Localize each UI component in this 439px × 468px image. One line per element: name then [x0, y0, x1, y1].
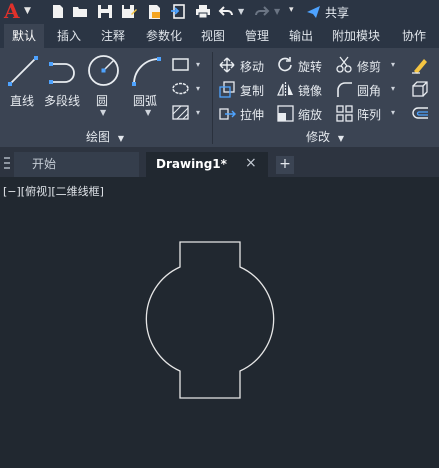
- explode-icon[interactable]: [411, 81, 429, 99]
- fillet-dropdown-icon[interactable]: ▾: [391, 84, 395, 93]
- redo-icon[interactable]: [254, 3, 270, 20]
- scale-label[interactable]: 缩放: [298, 106, 322, 123]
- plot-preview-icon[interactable]: [147, 3, 163, 20]
- array-label[interactable]: 阵列: [357, 106, 381, 123]
- ellipse-dropdown-icon[interactable]: ▾: [196, 84, 200, 93]
- app-logo-icon[interactable]: A: [4, 1, 22, 21]
- polyline-label[interactable]: 多段线: [44, 92, 80, 109]
- fillet-icon[interactable]: [336, 81, 353, 98]
- import-icon[interactable]: [170, 3, 186, 20]
- customize-icon[interactable]: ▾: [289, 5, 294, 15]
- modify-panel-label: 修改: [306, 130, 331, 144]
- offset-icon[interactable]: [411, 105, 429, 123]
- tab-collaborate[interactable]: 协作: [394, 24, 434, 48]
- draw-panel-expand-icon: ▼: [117, 134, 124, 143]
- share-label: 共享: [325, 5, 350, 20]
- undo-dropdown-icon[interactable]: ▼: [238, 7, 244, 16]
- tab-start-label: 开始: [32, 157, 57, 171]
- share-icon: [307, 6, 320, 18]
- arc-label[interactable]: 圆弧: [133, 92, 157, 109]
- line-label[interactable]: 直线: [10, 92, 34, 109]
- scale-icon[interactable]: [277, 105, 294, 122]
- trim-dropdown-icon[interactable]: ▾: [391, 60, 395, 69]
- ellipse-icon[interactable]: [172, 82, 189, 95]
- share-button[interactable]: 共享: [306, 2, 349, 22]
- tab-drawing1-label: Drawing1*: [156, 157, 227, 171]
- tab-parametric[interactable]: 参数化: [140, 24, 188, 48]
- new-file-icon[interactable]: [50, 3, 66, 20]
- tab-annotate[interactable]: 注释: [96, 24, 130, 48]
- trim-label[interactable]: 修剪: [357, 58, 381, 75]
- move-label[interactable]: 移动: [240, 58, 264, 75]
- arc-dropdown-icon[interactable]: ▼: [145, 108, 151, 117]
- rotate-label[interactable]: 旋转: [298, 58, 322, 75]
- hatch-dropdown-icon[interactable]: ▾: [196, 108, 200, 117]
- rectangle-dropdown-icon[interactable]: ▾: [196, 60, 200, 69]
- tab-manage[interactable]: 管理: [240, 24, 274, 48]
- polyline-icon[interactable]: [48, 58, 80, 86]
- array-dropdown-icon[interactable]: ▾: [391, 108, 395, 117]
- ribbon-tab-bar: 默认 插入 注释 参数化 视图 管理 输出 附加模块 协作: [0, 24, 439, 48]
- erase-icon[interactable]: [411, 56, 429, 74]
- drawing-shape[interactable]: [0, 177, 439, 468]
- stretch-icon[interactable]: [219, 105, 236, 122]
- modify-panel-expand-icon: ▼: [337, 134, 344, 143]
- undo-icon[interactable]: [218, 3, 234, 20]
- circle-label[interactable]: 圆: [96, 92, 108, 109]
- circle-dropdown-icon[interactable]: ▼: [100, 108, 106, 117]
- hatch-icon[interactable]: [172, 105, 189, 120]
- tab-start[interactable]: 开始: [14, 152, 139, 177]
- save-as-icon[interactable]: [121, 3, 137, 20]
- panel-divider: [212, 52, 213, 144]
- stretch-label[interactable]: 拉伸: [240, 106, 264, 123]
- rotate-icon[interactable]: [277, 56, 294, 73]
- quick-access-toolbar: A ▼ ▼ ▼ ▾ 共享: [0, 0, 439, 24]
- copy-icon[interactable]: [219, 81, 236, 98]
- tab-addins[interactable]: 附加模块: [326, 24, 386, 48]
- fillet-label[interactable]: 圆角: [357, 82, 381, 99]
- tab-output[interactable]: 输出: [284, 24, 318, 48]
- circle-icon[interactable]: [87, 54, 120, 87]
- tab-default[interactable]: 默认: [4, 24, 44, 48]
- close-tab-icon[interactable]: ×: [245, 155, 257, 171]
- document-tab-bar: 开始 Drawing1* × +: [0, 147, 439, 177]
- mirror-icon[interactable]: [277, 81, 294, 98]
- copy-label[interactable]: 复制: [240, 82, 264, 99]
- print-icon[interactable]: [195, 3, 211, 20]
- open-folder-icon[interactable]: [72, 3, 88, 20]
- tab-view[interactable]: 视图: [196, 24, 230, 48]
- move-icon[interactable]: [219, 57, 235, 73]
- app-menu-arrow-icon[interactable]: ▼: [24, 6, 31, 16]
- array-icon[interactable]: [336, 105, 353, 122]
- save-icon[interactable]: [97, 3, 113, 20]
- rectangle-icon[interactable]: [172, 58, 189, 71]
- trim-icon[interactable]: [336, 56, 353, 73]
- mirror-label[interactable]: 镜像: [298, 82, 322, 99]
- ribbon-panel: 直线 多段线 圆 ▼ 圆弧 ▼ ▾ ▾ ▾ 移动 旋转 修剪 ▾ 复制 镜像 圆…: [0, 48, 439, 147]
- tab-menu-icon[interactable]: [3, 157, 11, 169]
- arc-icon[interactable]: [130, 55, 162, 87]
- modify-panel-title[interactable]: 修改 ▼: [306, 128, 344, 144]
- tab-insert[interactable]: 插入: [52, 24, 86, 48]
- draw-panel-title[interactable]: 绘图 ▼: [86, 128, 124, 144]
- draw-panel-label: 绘图: [86, 130, 111, 144]
- redo-dropdown-icon[interactable]: ▼: [274, 7, 280, 16]
- line-icon[interactable]: [7, 55, 39, 87]
- new-tab-button[interactable]: +: [276, 156, 294, 174]
